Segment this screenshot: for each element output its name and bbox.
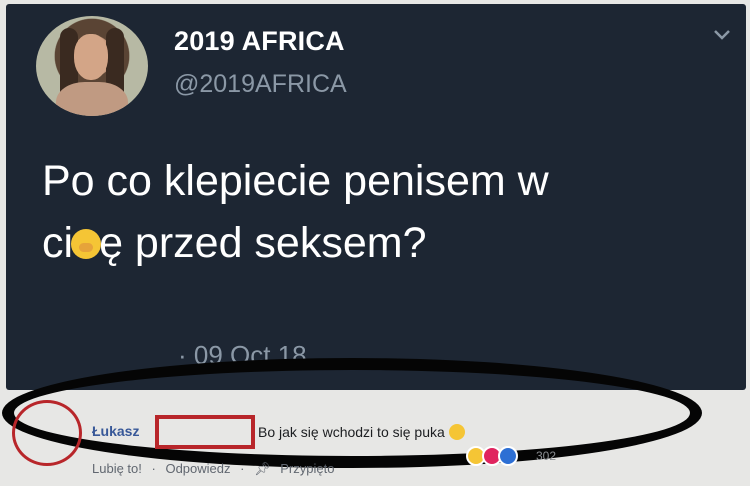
tweet-text-line-2: ci ę przed seksem? — [42, 212, 732, 274]
tweet-text-line-1: Po co klepiecie penisem w — [42, 157, 549, 205]
separator-dot: · — [151, 461, 156, 476]
chevron-down-icon[interactable] — [711, 24, 733, 46]
account-name[interactable]: 2019 AFRICA — [174, 26, 345, 57]
comment-actions: Lubię to! · Odpowiedz · 📌︎ Przypięto — [92, 461, 340, 477]
comment-text-body: Bo jak się wchodzi to się puka — [258, 424, 445, 440]
separator-dot: · — [240, 461, 245, 476]
account-handle[interactable]: @2019AFRICA — [174, 70, 347, 99]
tweet-card: 2019 AFRICA @2019AFRICA Po co klepiecie … — [6, 4, 746, 390]
pinned-label: Przypięto — [280, 461, 335, 476]
comment-author[interactable]: Łukasz — [92, 423, 139, 439]
tweet-text-part-b: ę przed seksem? — [99, 219, 427, 267]
profile-avatar[interactable] — [36, 16, 148, 116]
like-reaction-icon — [498, 446, 518, 466]
tweet-text: Po co klepiecie penisem w ci ę przed seks… — [42, 150, 732, 274]
avatar-face — [74, 34, 108, 80]
reply-link[interactable]: Odpowiedz — [165, 461, 230, 476]
annotation-oval — [2, 358, 702, 468]
reaction-count[interactable]: 302 — [536, 449, 556, 463]
redaction-box — [155, 415, 255, 449]
like-link[interactable]: Lubię to! — [92, 461, 142, 476]
comment-text: Bo jak się wchodzi to się puka — [258, 424, 465, 440]
tweet-text-part-a: ci — [42, 219, 74, 267]
annotation-avatar-circle — [12, 400, 82, 466]
pin-icon: 📌︎ — [254, 461, 271, 476]
avatar-body — [56, 82, 128, 116]
laughing-emoji-icon — [448, 424, 465, 440]
hand-over-mouth-emoji-icon — [71, 229, 102, 259]
